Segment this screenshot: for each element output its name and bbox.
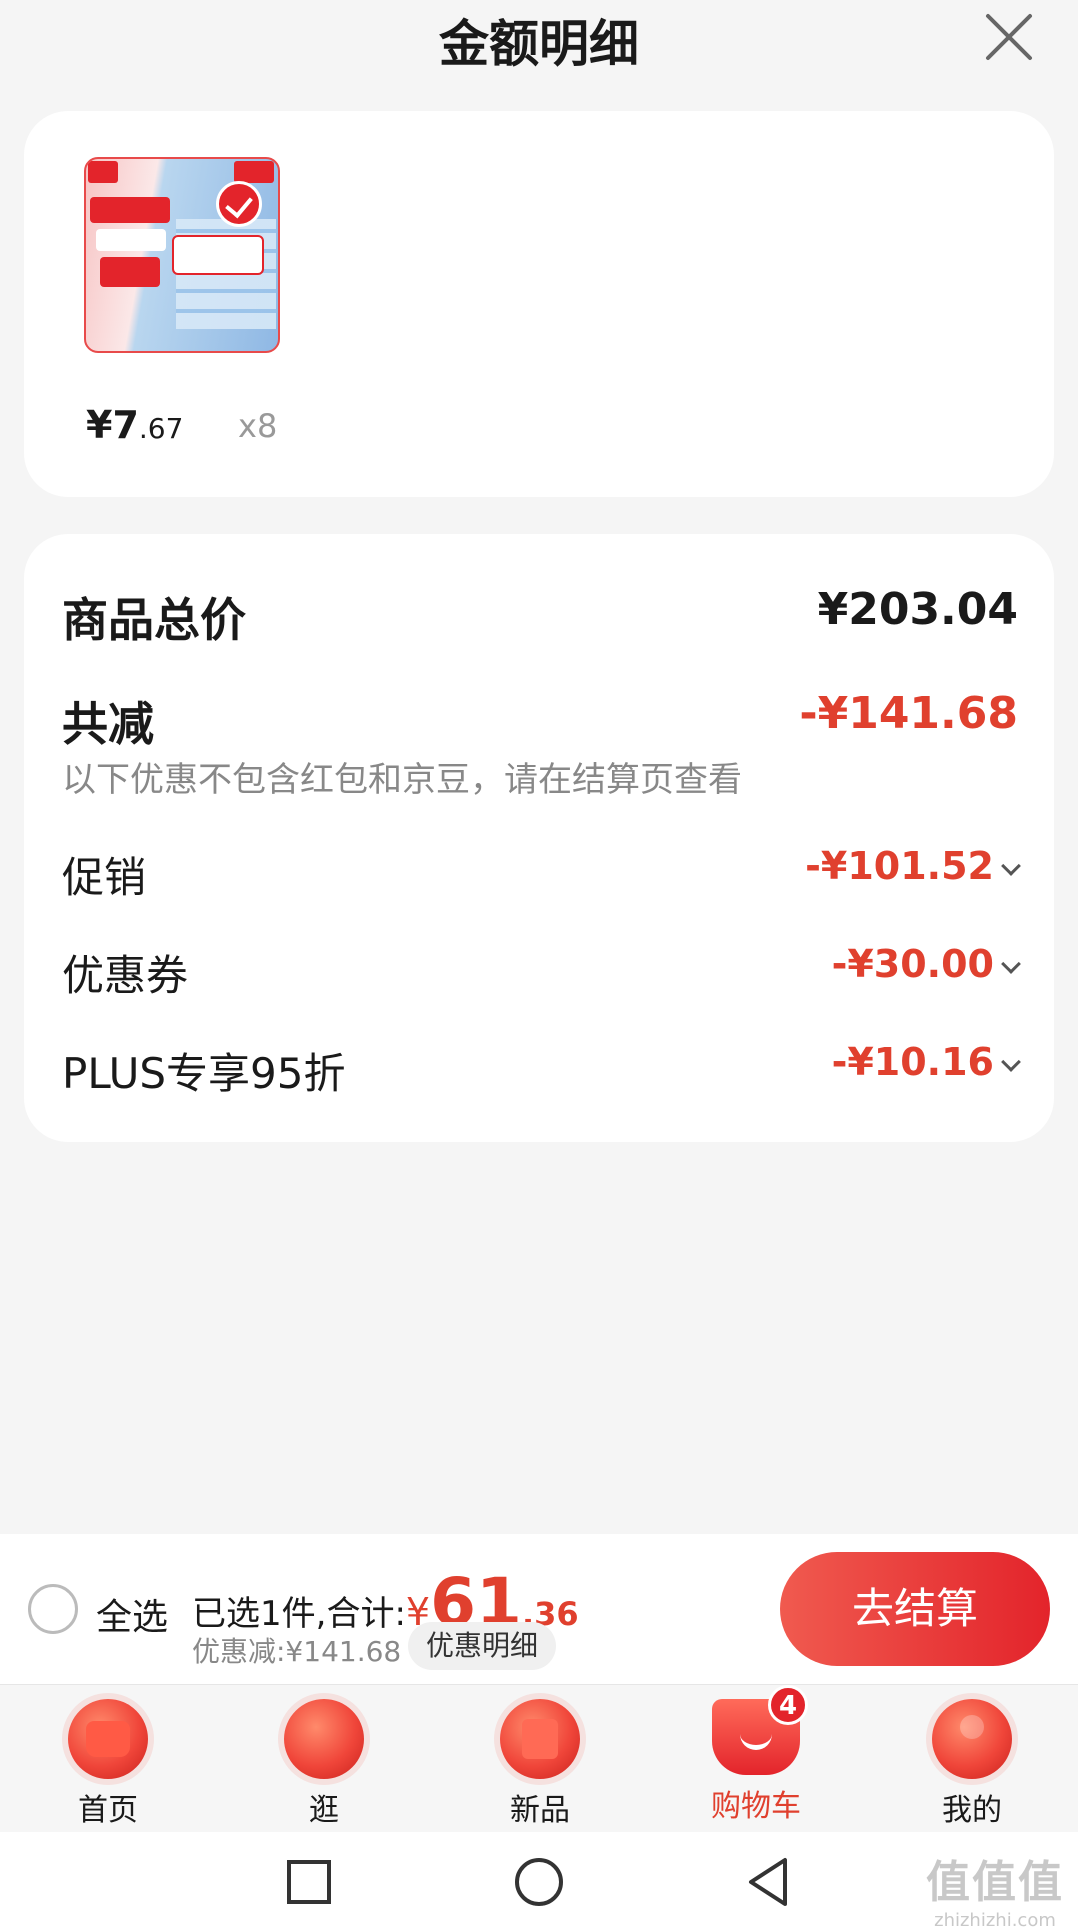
promo-badge-icon — [88, 161, 118, 183]
discount-row-plus[interactable]: PLUS专享95折 -¥10.16 — [62, 1040, 1021, 1100]
item-price-dec: .67 — [138, 412, 184, 445]
select-all-radio[interactable] — [28, 1584, 78, 1634]
item-quantity: x8 — [238, 407, 278, 445]
tab-profile[interactable]: 我的 — [902, 1699, 1042, 1829]
discount-detail-button[interactable]: 优惠明细 — [408, 1622, 557, 1670]
chevron-down-icon[interactable] — [1001, 856, 1021, 876]
recent-apps-icon[interactable] — [281, 1854, 337, 1910]
chevron-down-icon[interactable] — [1001, 1052, 1021, 1072]
promo-banner-shape — [96, 229, 166, 251]
tab-cart[interactable]: 4 购物车 — [686, 1685, 826, 1825]
profile-icon — [932, 1699, 1012, 1779]
discount-label: PLUS专享95折 — [62, 1049, 346, 1098]
item-price-int: ¥7 — [86, 403, 139, 447]
selected-text: 已选1件,合计: — [192, 1594, 406, 1634]
discount-row-coupon[interactable]: 优惠券 -¥30.00 — [62, 942, 1021, 1002]
discount-row-promotion[interactable]: 促销 -¥101.52 — [62, 844, 1021, 904]
discount-value-wrap: -¥101.52 — [805, 844, 1021, 888]
tab-home[interactable]: 首页 — [38, 1699, 178, 1829]
tab-label: 我的 — [942, 1793, 1002, 1828]
promo-banner-shape — [100, 257, 160, 287]
home-icon — [68, 1699, 148, 1779]
tab-label: 首页 — [78, 1793, 138, 1828]
back-triangle-icon[interactable] — [741, 1854, 797, 1910]
reduce-value: -¥141.68 — [799, 688, 1018, 739]
checkout-bar: 全选 已选1件,合计:¥61.36 优惠减:¥141.68 优惠明细 去结算 — [0, 1534, 1078, 1684]
bottom-tab-bar: 首页 逛 新品 4 购物车 我的 — [0, 1684, 1078, 1832]
home-circle-icon[interactable] — [511, 1854, 567, 1910]
watermark-url: zhizhizhi.com — [934, 1910, 1056, 1931]
chevron-down-icon[interactable] — [1001, 954, 1021, 974]
discount-hint: 以下优惠不包含红包和京豆，请在结算页查看 — [62, 760, 742, 800]
discount-label: 优惠券 — [62, 951, 189, 1000]
discount-value: -¥10.16 — [831, 1040, 994, 1084]
tab-new-products[interactable]: 新品 — [470, 1699, 610, 1829]
watermark-logo: 值值值 — [926, 1857, 1064, 1908]
new-products-icon — [500, 1699, 580, 1779]
browse-icon — [284, 1699, 364, 1779]
close-icon[interactable] — [982, 10, 1036, 64]
discount-value: -¥30.00 — [831, 942, 994, 986]
selected-check-icon — [216, 181, 262, 227]
tab-browse[interactable]: 逛 — [254, 1699, 394, 1829]
flash-sale-tag-shape — [172, 235, 264, 275]
page-title: 金额明细 — [439, 15, 639, 73]
reduce-label: 共减 — [62, 697, 154, 751]
cart-icon: 4 — [712, 1685, 808, 1775]
discount-value-wrap: -¥30.00 — [831, 942, 1021, 986]
free-shipping-badge-icon — [234, 161, 274, 183]
saved-amount: 优惠减:¥141.68 — [192, 1635, 402, 1668]
tab-label: 逛 — [309, 1793, 339, 1828]
product-image[interactable] — [84, 157, 280, 353]
cart-count-badge: 4 — [768, 1685, 808, 1725]
total-label: 商品总价 — [62, 593, 246, 647]
promo-banner-shape — [90, 197, 170, 223]
discount-value-wrap: -¥10.16 — [831, 1040, 1021, 1084]
header: 金额明细 — [0, 0, 1078, 80]
checkout-button[interactable]: 去结算 — [780, 1552, 1050, 1666]
discount-label: 促销 — [62, 853, 147, 902]
total-value: ¥203.04 — [817, 584, 1018, 635]
system-nav-bar — [0, 1832, 1078, 1932]
product-card: ¥7.67 x8 — [24, 111, 1054, 497]
tab-label: 购物车 — [711, 1789, 801, 1824]
amount-summary-card: 商品总价 ¥203.04 共减 -¥141.68 以下优惠不包含红包和京豆，请在… — [24, 534, 1054, 1142]
select-all-label[interactable]: 全选 — [96, 1588, 168, 1640]
tab-label: 新品 — [510, 1793, 570, 1828]
watermark: 值值值 zhizhizhi.com — [920, 1846, 1070, 1931]
item-price: ¥7.67 — [86, 403, 183, 447]
discount-value: -¥101.52 — [805, 844, 994, 888]
